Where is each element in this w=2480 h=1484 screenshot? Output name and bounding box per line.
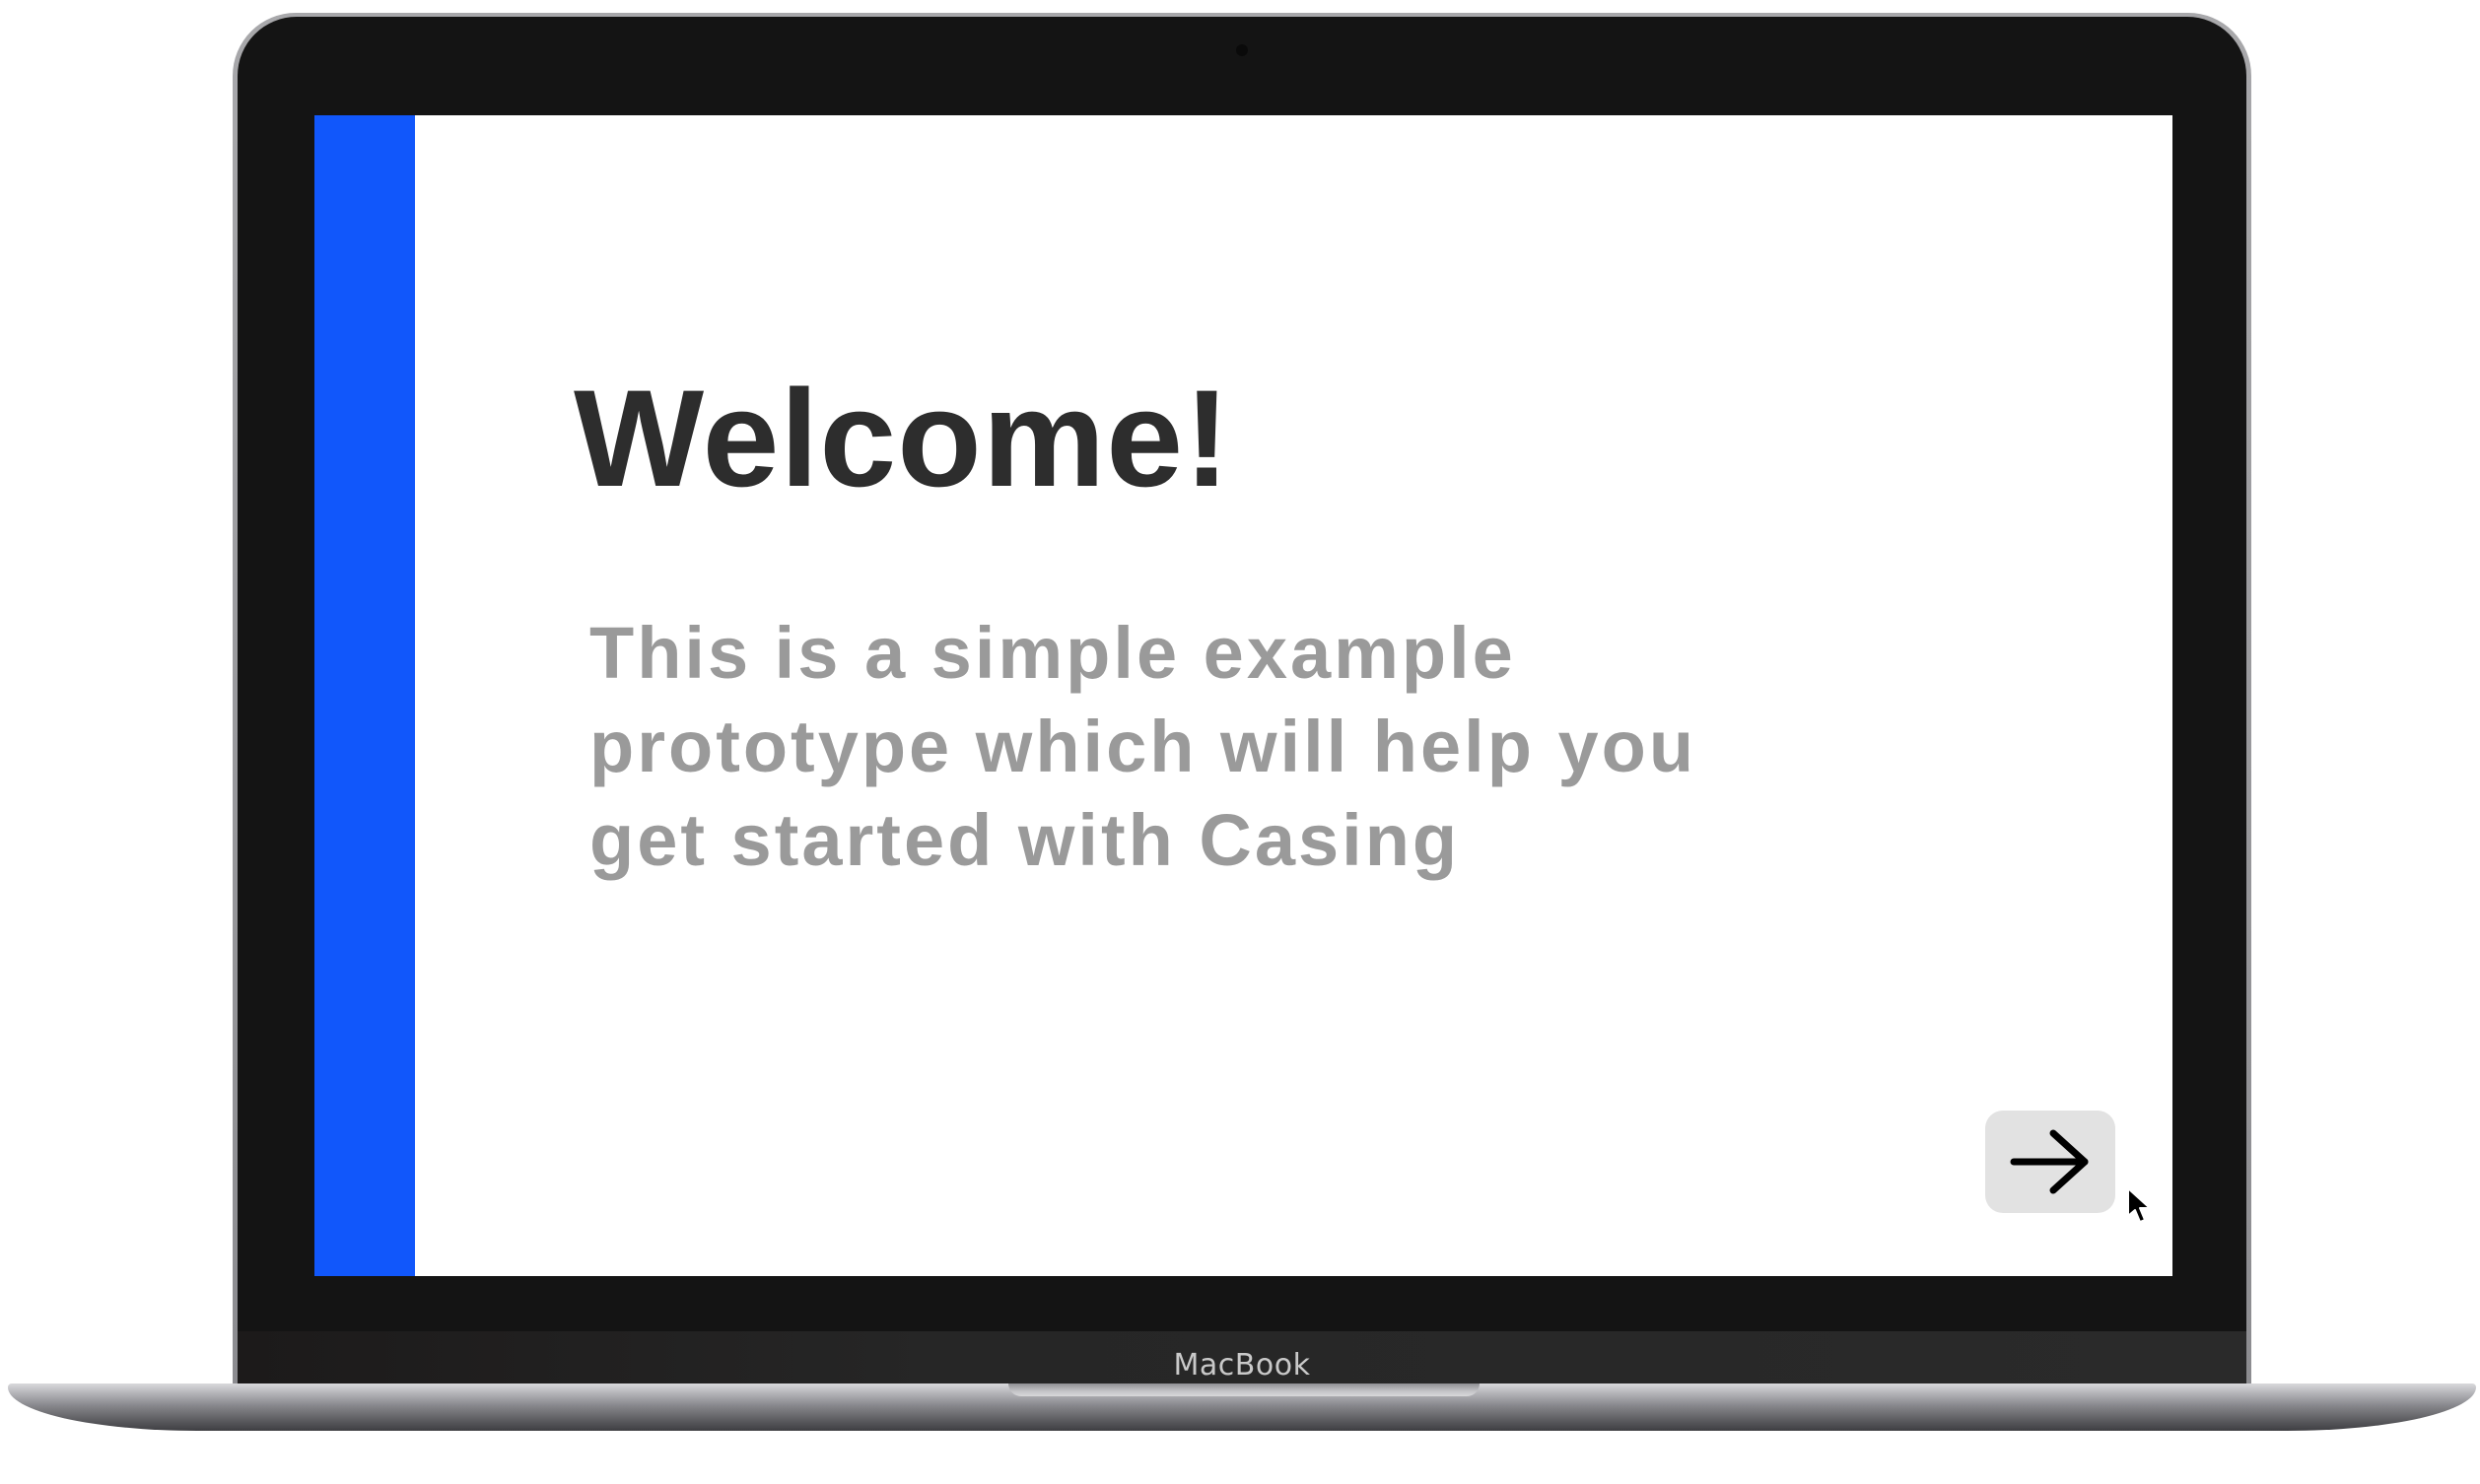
welcome-title: Welcome!	[574, 361, 1231, 515]
app-screen: Welcome! This is a simple example protot…	[314, 115, 2172, 1276]
mouse-cursor-icon	[2127, 1187, 2151, 1223]
brand-label: MacBook	[1173, 1348, 1311, 1383]
next-button[interactable]	[1985, 1111, 2115, 1213]
arrow-right-icon	[2010, 1129, 2089, 1194]
base-notch	[1008, 1383, 1480, 1396]
intro-text: This is a simple example prototype which…	[589, 612, 1697, 881]
stage: MacBook Welcome! This is a simple exampl…	[0, 0, 2480, 1484]
camera-dot	[1236, 44, 1248, 56]
accent-side-bar	[314, 115, 415, 1276]
